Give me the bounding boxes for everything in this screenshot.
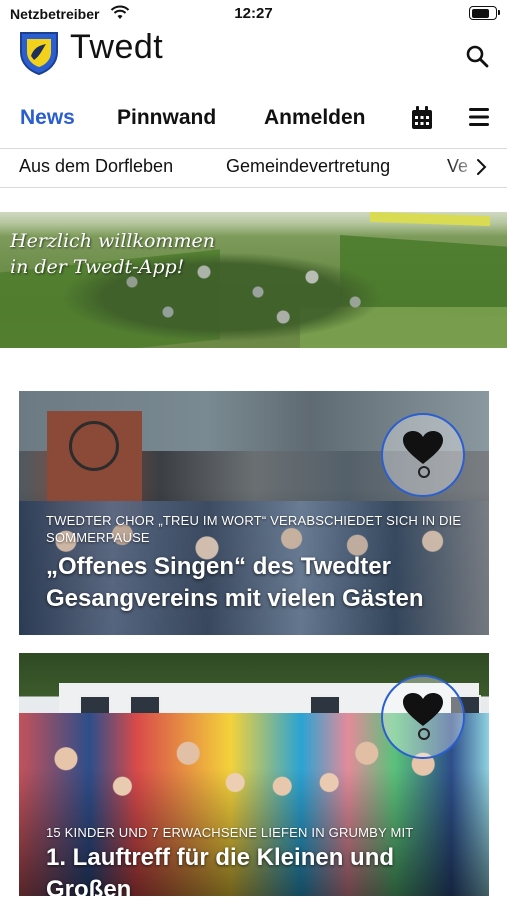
app-title: Twedt [70,28,164,66]
category-gemeindevertretung[interactable]: Gemeindevertretung [226,156,390,177]
heart-icon [403,693,443,732]
card-overline: 15 Kinder und 7 Erwachsene liefen in Gru… [46,825,414,840]
search-icon[interactable] [465,44,489,73]
banner-line-1: Herzlich willkommen [10,230,215,252]
favorite-button[interactable] [381,675,465,759]
card-overline: Twedter Chor „Treu im Wort“ verabschiede… [46,513,462,545]
battery-icon [469,6,500,20]
card-title: „Offenes Singen“ des Twedter Gesangverei… [46,553,424,612]
favorite-button[interactable] [381,413,465,497]
calendar-icon[interactable] [411,106,433,135]
app-header: Twedt [0,26,507,86]
news-card[interactable]: 15 Kinder und 7 Erwachsene liefen in Gru… [19,653,489,896]
tab-pinnwand[interactable]: Pinnwand [117,106,216,130]
chevron-right-icon[interactable] [477,158,487,181]
indicator-dot [418,466,430,478]
heart-icon [403,431,443,470]
banner-text: Herzlich willkommen in der Twedt-App! [10,228,215,280]
tab-anmelden[interactable]: Anmelden [264,106,366,130]
clock: 12:27 [234,5,273,22]
main-tabs: News Pinnwand Anmelden [0,100,507,140]
category-scroller[interactable]: Aus dem Dorfleben Gemeindevertretung Ve [0,148,507,188]
welcome-banner: Herzlich willkommen in der Twedt-App! [0,212,507,348]
card-title: 1. Lauftreff für die Kleinen und Großen [46,844,395,896]
indicator-dot [418,728,430,740]
tab-news[interactable]: News [20,106,75,130]
category-aus-dem-dorfleben[interactable]: Aus dem Dorfleben [19,156,173,177]
hamburger-menu-icon[interactable] [469,108,489,131]
twedt-crest-logo [18,30,60,81]
news-card[interactable]: Twedter Chor „Treu im Wort“ verabschiede… [19,391,489,635]
status-bar: Netzbetreiber 12:27 [0,0,507,26]
banner-line-2: in der Twedt-App! [10,256,185,278]
